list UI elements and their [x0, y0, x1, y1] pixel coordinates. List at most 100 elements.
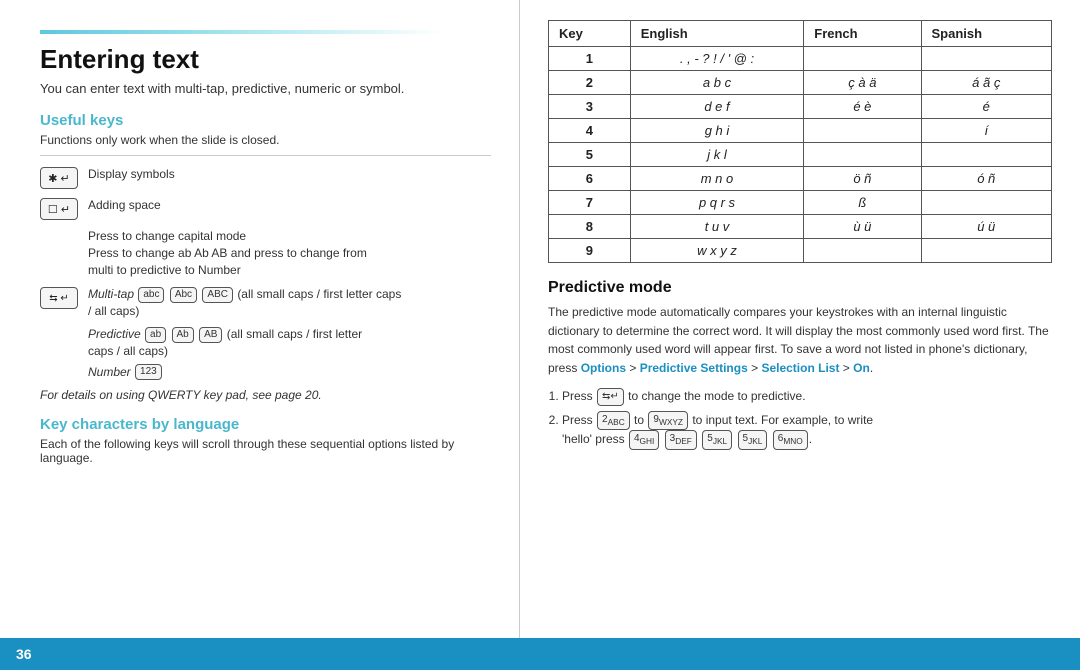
- capital-key-desc: Press to change capital modePress to cha…: [88, 228, 367, 278]
- predictive-heading: Predictive mode: [548, 279, 1052, 297]
- predictive-mode-desc: Predictive ab Ab AB (all small caps / fi…: [88, 326, 362, 360]
- cell-french: é è: [804, 95, 921, 119]
- key-row-space: ☐ ↵ Adding space: [40, 197, 491, 220]
- cell-key: 8: [549, 215, 631, 239]
- predictive-mode-label: Predictive: [88, 327, 141, 341]
- page-title: Entering text: [40, 44, 491, 75]
- key-row-predictive-mode: Predictive ab Ab AB (all small caps / fi…: [40, 326, 491, 360]
- cell-french: ù ü: [804, 215, 921, 239]
- cell-english: j k l: [630, 143, 804, 167]
- step2-key2: 9WXYZ: [648, 411, 688, 430]
- cell-key: 3: [549, 95, 631, 119]
- cell-spanish: ú ü: [921, 215, 1051, 239]
- cell-english: p q r s: [630, 191, 804, 215]
- bottom-bar: 36: [0, 638, 1080, 670]
- step2-e: 3DEF: [665, 430, 697, 449]
- col-header-spanish: Spanish: [921, 21, 1051, 47]
- multitap-note: (all small caps / first letter caps/ all…: [88, 287, 401, 318]
- cell-spanish: ó ñ: [921, 167, 1051, 191]
- key-row-symbols: ✱ ↵ Display symbols: [40, 166, 491, 189]
- multitap-mode-3: ABC: [202, 287, 233, 303]
- options-link[interactable]: Options: [581, 361, 626, 375]
- predictive-mode-1: ab: [145, 327, 166, 343]
- predictive-text: The predictive mode automatically compar…: [548, 303, 1052, 377]
- cell-english: g h i: [630, 119, 804, 143]
- key-chars-sub: Each of the following keys will scroll t…: [40, 437, 491, 465]
- cell-spanish: [921, 143, 1051, 167]
- table-row: 9w x y z: [549, 239, 1052, 263]
- on-link[interactable]: On: [853, 361, 870, 375]
- cell-french: [804, 143, 921, 167]
- char-table: Key English French Spanish 1. , - ? ! / …: [548, 20, 1052, 263]
- cell-key: 1: [549, 47, 631, 71]
- symbol-key-label: ✱ ↵: [48, 172, 70, 185]
- subtitle-text: You can enter text with multi-tap, predi…: [40, 81, 491, 96]
- key-row-multitap: ⇆ ↵ Multi-tap abc Abc ABC (all small cap…: [40, 286, 491, 320]
- multitap-key-desc: Multi-tap abc Abc ABC (all small caps / …: [88, 286, 401, 320]
- table-row: 7p q r sß: [549, 191, 1052, 215]
- useful-keys-heading: Useful keys: [40, 112, 491, 129]
- cell-french: [804, 119, 921, 143]
- cell-english: d e f: [630, 95, 804, 119]
- symbol-key-icon: ✱ ↵: [40, 167, 78, 189]
- col-header-key: Key: [549, 21, 631, 47]
- step2-h: 4GHI: [629, 430, 659, 449]
- cell-spanish: [921, 191, 1051, 215]
- space-key-desc: Adding space: [88, 197, 161, 214]
- table-row: 5j k l: [549, 143, 1052, 167]
- number-desc: Number 123: [88, 364, 163, 381]
- step-2: Press 2ABC to 9WXYZ to input text. For e…: [562, 411, 1052, 450]
- cell-spanish: [921, 47, 1051, 71]
- divider: [40, 155, 491, 156]
- table-row: 2a b cç à äá ã ç: [549, 71, 1052, 95]
- key-row-capital: Press to change capital modePress to cha…: [40, 228, 491, 278]
- table-row: 1. , - ? ! / ' @ :: [549, 47, 1052, 71]
- useful-keys-sub: Functions only work when the slide is cl…: [40, 133, 491, 147]
- key-chars-heading: Key characters by language: [40, 416, 491, 433]
- cell-english: t u v: [630, 215, 804, 239]
- table-row: 4g h i í: [549, 119, 1052, 143]
- col-header-english: English: [630, 21, 804, 47]
- cell-key: 6: [549, 167, 631, 191]
- left-column: Entering text You can enter text with mu…: [0, 0, 520, 638]
- cell-french: [804, 47, 921, 71]
- cell-french: [804, 239, 921, 263]
- number-label: Number: [88, 365, 131, 379]
- page-number: 36: [16, 646, 32, 662]
- cell-english: . , - ? ! / ' @ :: [630, 47, 804, 71]
- cell-key: 2: [549, 71, 631, 95]
- space-key-label: ☐ ↵: [48, 203, 70, 216]
- table-row: 3d e fé èé: [549, 95, 1052, 119]
- selection-list-link[interactable]: Selection List: [761, 361, 839, 375]
- step2-l1: 5JKL: [702, 430, 732, 449]
- predictive-mode-3: AB: [199, 327, 222, 343]
- number-icon: 123: [135, 364, 162, 380]
- cell-key: 9: [549, 239, 631, 263]
- title-bar: [40, 30, 446, 34]
- predictive-settings-link[interactable]: Predictive Settings: [640, 361, 748, 375]
- step2-l2: 5JKL: [738, 430, 768, 449]
- multitap-label: Multi-tap: [88, 287, 134, 301]
- predictive-steps: Press ⇆↵ to change the mode to predictiv…: [548, 387, 1052, 449]
- cell-key: 4: [549, 119, 631, 143]
- predictive-mode-2: Ab: [172, 327, 194, 343]
- col-header-french: French: [804, 21, 921, 47]
- step2-o: 6MNO: [773, 430, 808, 449]
- cell-french: ç à ä: [804, 71, 921, 95]
- right-column: Key English French Spanish 1. , - ? ! / …: [520, 0, 1080, 638]
- cell-spanish: á ã ç: [921, 71, 1051, 95]
- symbol-key-desc: Display symbols: [88, 166, 175, 183]
- step2-key1: 2ABC: [597, 411, 630, 430]
- cell-french: ö ñ: [804, 167, 921, 191]
- step1-key: ⇆↵: [597, 388, 624, 406]
- cell-spanish: [921, 239, 1051, 263]
- multitap-mode-2: Abc: [170, 287, 197, 303]
- multitap-key-icon: ⇆ ↵: [40, 287, 78, 309]
- space-key-icon: ☐ ↵: [40, 198, 78, 220]
- cell-spanish: í: [921, 119, 1051, 143]
- cell-english: w x y z: [630, 239, 804, 263]
- step-1: Press ⇆↵ to change the mode to predictiv…: [562, 387, 1052, 406]
- cell-spanish: é: [921, 95, 1051, 119]
- key-row-number: Number 123: [40, 364, 491, 381]
- cell-french: ß: [804, 191, 921, 215]
